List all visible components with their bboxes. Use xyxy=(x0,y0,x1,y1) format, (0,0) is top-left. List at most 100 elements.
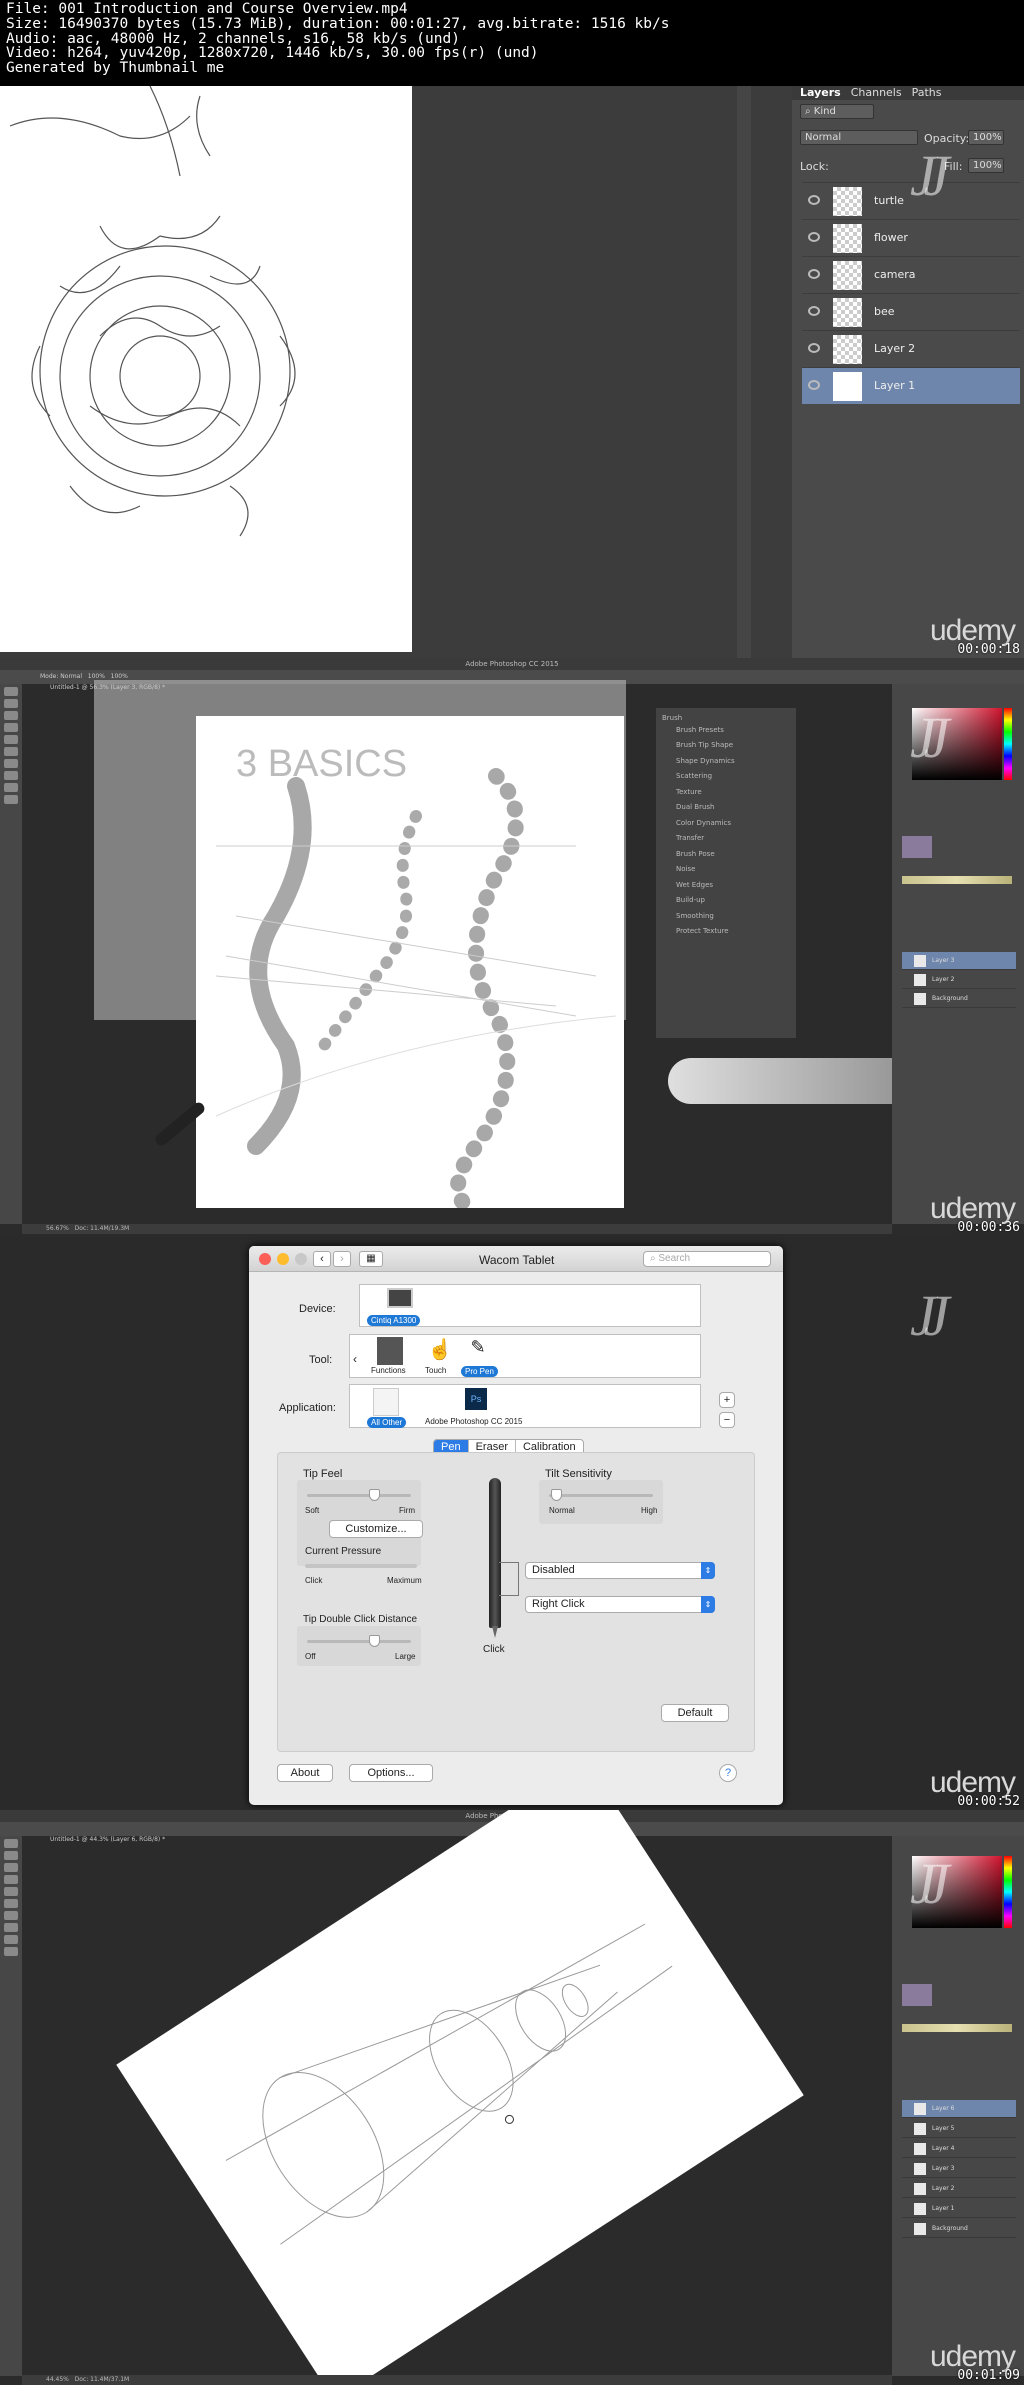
all-other-icon[interactable] xyxy=(373,1388,399,1416)
brush-tool-icon[interactable] xyxy=(4,735,18,744)
mode-select[interactable]: Normal xyxy=(60,673,82,680)
pen-tool-icon[interactable] xyxy=(4,1911,18,1920)
type-tool-icon[interactable] xyxy=(4,1923,18,1932)
brush-option[interactable]: Protect Texture xyxy=(676,924,790,940)
tip-feel-slider[interactable] xyxy=(307,1494,411,1497)
tilt-slider[interactable] xyxy=(549,1494,653,1497)
lasso-tool-icon[interactable] xyxy=(4,711,18,720)
lower-button-select[interactable]: Right Click ⇕ xyxy=(525,1596,715,1613)
tool-pro-pen[interactable]: Pro Pen xyxy=(461,1366,498,1377)
brush-option[interactable]: Brush Pose xyxy=(676,847,790,863)
brush-option[interactable]: Smoothing xyxy=(676,909,790,925)
brush-tab[interactable]: Brush xyxy=(662,714,790,722)
tilt-knob[interactable] xyxy=(551,1489,562,1501)
double-click-slider[interactable] xyxy=(307,1640,411,1643)
move-tool-icon[interactable] xyxy=(4,1839,18,1848)
layer-row-selected[interactable]: Layer 1 xyxy=(802,367,1020,404)
document-tab[interactable]: Untitled-1 @ 44.3% (Layer 6, RGB/8) * xyxy=(50,1836,165,1843)
hand-tool-icon[interactable] xyxy=(4,783,18,792)
brush-option[interactable]: Scattering xyxy=(676,769,790,785)
tool-functions[interactable]: Functions xyxy=(371,1366,406,1375)
touch-icon[interactable]: ☝ xyxy=(427,1337,453,1365)
default-button[interactable]: Default xyxy=(661,1704,729,1722)
app-photoshop[interactable]: Adobe Photoshop CC 2015 xyxy=(425,1417,522,1426)
layer-row[interactable]: Layer 2 xyxy=(902,2180,1016,2198)
kind-filter-select[interactable]: ⌕ Kind xyxy=(800,104,874,119)
layer-row[interactable]: Background xyxy=(902,2220,1016,2238)
brush-option[interactable]: Shape Dynamics xyxy=(676,754,790,770)
double-click-knob[interactable] xyxy=(369,1635,380,1647)
hue-slider[interactable] xyxy=(1004,1856,1012,1928)
layer-row[interactable]: flower xyxy=(802,219,1020,256)
brush-option[interactable]: Build-up xyxy=(676,893,790,909)
crop-tool-icon[interactable] xyxy=(4,723,18,732)
brush-option[interactable]: Noise xyxy=(676,862,790,878)
brush-option[interactable]: Dual Brush xyxy=(676,800,790,816)
opacity-field[interactable]: 100% xyxy=(968,130,1004,145)
minimize-button[interactable] xyxy=(277,1253,289,1265)
eraser-tool-icon[interactable] xyxy=(4,747,18,756)
customize-button[interactable]: Customize... xyxy=(329,1520,423,1538)
layer-row[interactable]: Layer 2 xyxy=(802,330,1020,367)
back-arrow-icon[interactable]: ‹ xyxy=(313,1251,331,1267)
eraser-tool-icon[interactable] xyxy=(4,1899,18,1908)
eye-icon[interactable] xyxy=(808,343,820,353)
hue-slider[interactable] xyxy=(1004,708,1012,780)
options-button[interactable]: Options... xyxy=(349,1764,433,1782)
layer-row-selected[interactable]: Layer 6 xyxy=(902,2100,1016,2118)
blend-mode-select[interactable]: Normal xyxy=(800,130,918,145)
hand-tool-icon[interactable] xyxy=(4,1935,18,1944)
functions-icon[interactable] xyxy=(377,1337,403,1365)
tab-paths[interactable]: Paths xyxy=(912,86,942,100)
photoshop-icon[interactable]: Ps xyxy=(465,1388,487,1410)
layer-row[interactable]: Layer 5 xyxy=(902,2120,1016,2138)
move-tool-icon[interactable] xyxy=(4,687,18,696)
layer-row[interactable]: Layer 2 xyxy=(902,971,1016,989)
grid-icon[interactable]: ▦ xyxy=(359,1251,383,1267)
eye-icon[interactable] xyxy=(808,195,820,205)
layer-row[interactable]: Layer 1 xyxy=(902,2200,1016,2218)
tip-feel-knob[interactable] xyxy=(369,1489,380,1501)
marquee-tool-icon[interactable] xyxy=(4,1851,18,1860)
tool-scroll-left-icon[interactable]: ‹ xyxy=(353,1352,357,1366)
tab-channels[interactable]: Channels xyxy=(851,86,902,100)
help-button[interactable]: ? xyxy=(719,1764,737,1782)
eye-icon[interactable] xyxy=(808,380,820,390)
layer-row[interactable]: bee xyxy=(802,293,1020,330)
device-chip[interactable]: Cintiq A1300 xyxy=(367,1315,421,1326)
zoom-level[interactable]: 56.67% xyxy=(46,1225,69,1232)
opacity-value[interactable]: 100% xyxy=(88,673,105,680)
brush-presets-button[interactable]: Brush Presets xyxy=(676,726,790,734)
zoom-tool-icon[interactable] xyxy=(4,1947,18,1956)
app-all-other[interactable]: All Other xyxy=(367,1417,407,1428)
eye-icon[interactable] xyxy=(808,232,820,242)
brush-option[interactable]: Transfer xyxy=(676,831,790,847)
layer-row[interactable]: Layer 4 xyxy=(902,2140,1016,2158)
upper-button-select[interactable]: Disabled ⇕ xyxy=(525,1562,715,1579)
layer-row-selected[interactable]: Layer 3 xyxy=(902,952,1016,970)
add-button[interactable]: + xyxy=(719,1392,735,1408)
tab-layers[interactable]: Layers xyxy=(800,86,841,100)
pen-tool-icon[interactable] xyxy=(4,759,18,768)
brush-option[interactable]: Color Dynamics xyxy=(676,816,790,832)
tool-touch[interactable]: Touch xyxy=(425,1366,446,1375)
layer-row[interactable]: Layer 3 xyxy=(902,2160,1016,2178)
pro-pen-icon[interactable]: ✎ xyxy=(465,1337,491,1365)
zoom-tool-icon[interactable] xyxy=(4,795,18,804)
about-button[interactable]: About xyxy=(277,1764,333,1782)
close-button[interactable] xyxy=(259,1253,271,1265)
type-tool-icon[interactable] xyxy=(4,771,18,780)
crop-tool-icon[interactable] xyxy=(4,1875,18,1884)
brush-option[interactable]: Brush Tip Shape xyxy=(676,738,790,754)
zoom-button[interactable] xyxy=(295,1253,307,1265)
zoom-level[interactable]: 44.45% xyxy=(46,2376,69,2383)
tablet-icon[interactable] xyxy=(387,1288,413,1308)
eye-icon[interactable] xyxy=(808,269,820,279)
eye-icon[interactable] xyxy=(808,306,820,316)
fill-field[interactable]: 100% xyxy=(968,158,1004,173)
brush-tool-icon[interactable] xyxy=(4,1887,18,1896)
layer-row[interactable]: camera xyxy=(802,256,1020,293)
flow-value[interactable]: 100% xyxy=(111,673,128,680)
remove-button[interactable]: − xyxy=(719,1412,735,1428)
search-field[interactable]: ⌕ Search xyxy=(643,1251,771,1267)
